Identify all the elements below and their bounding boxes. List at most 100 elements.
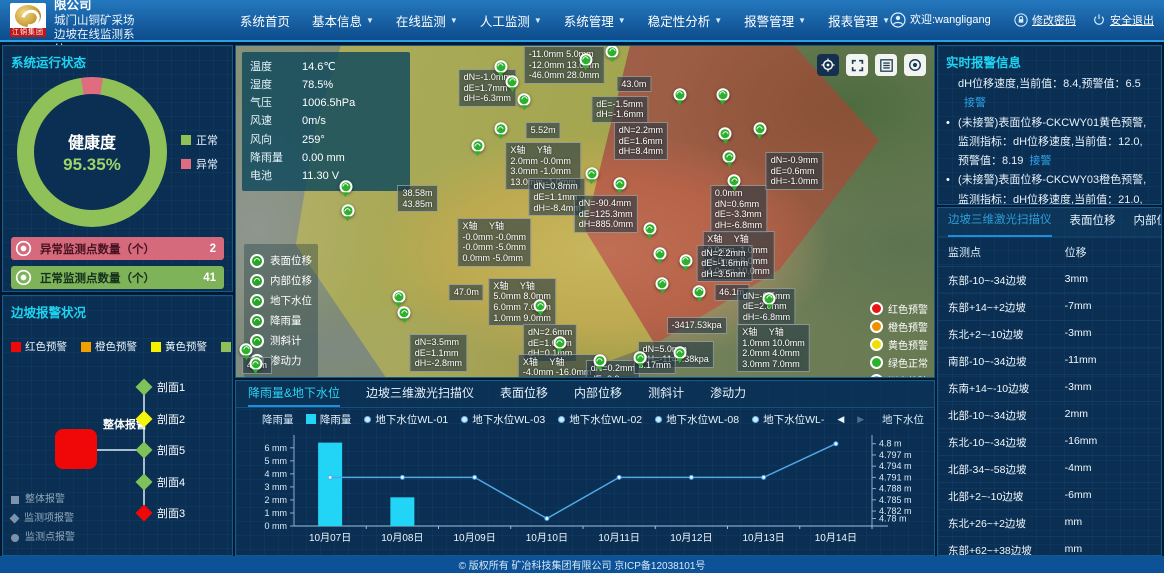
table-row[interactable]: 东部-10~-34边坡3mm [938,267,1161,294]
nav-item-8[interactable]: 报表管理▼ [828,11,890,30]
monitor-point-marker[interactable] [643,222,656,235]
table-row[interactable]: 东南+14~-10边坡-3mm [938,375,1161,402]
section-node-剖面1[interactable] [136,378,153,395]
nav-item-2[interactable]: 基本信息▼ [312,11,374,30]
section-node-剖面5[interactable] [136,441,153,458]
monitor-point-marker[interactable] [392,290,405,303]
section-node-剖面3[interactable] [136,504,153,521]
satellite-map[interactable]: -11.0mm 5.0mm -12.0mm 13.0mm -46.0mm 28.… [235,45,935,378]
legend-next-icon[interactable]: ▶ [857,414,864,425]
monitor-point-marker[interactable] [240,343,253,356]
chart-legend-item[interactable]: 地下水位WL- [752,412,824,427]
accept-alarm-link[interactable]: 接警 [1029,155,1051,167]
monitor-point-marker[interactable] [553,336,566,349]
logout-button[interactable]: 安全退出 [1092,12,1154,28]
chart-tab-边坡三维激光扫描仪[interactable]: 边坡三维激光扫描仪 [366,381,474,407]
map-tooltip: dN=-90.4mm dE=125.3mm dH=885.0mm [574,195,638,233]
nav-item-label: 报警管理 [744,11,794,30]
layer-toggle-表面位移[interactable]: 表面位移 [250,253,312,268]
scan-tab-内部位移[interactable]: 内部位移 [1134,208,1163,236]
table-row[interactable]: 东部+14~+2边坡-7mm [938,294,1161,321]
slope-alarm-legend: 红色预警橙色预警黄色预警无警报 [3,323,232,354]
chart-legend-item[interactable]: 地下水位WL-01 [364,412,448,427]
chart-legend-item[interactable]: 地下水位WL-03 [461,412,545,427]
fullscreen-icon[interactable] [846,54,868,76]
layer-toggle-降雨量[interactable]: 降雨量 [250,313,312,328]
overall-alarm-node[interactable] [55,429,97,469]
accept-alarm-link[interactable]: 接警 [964,97,986,109]
realtime-alarm-title: 实时报警信息 [938,46,1161,73]
monitor-point-marker[interactable] [593,354,606,367]
chart-tab-内部位移[interactable]: 内部位移 [574,381,622,407]
table-row[interactable]: 东北+2~-10边坡-3mm [938,321,1161,348]
monitor-point-marker[interactable] [728,174,741,187]
table-row[interactable]: 东北+26~+2边坡mm [938,510,1161,537]
section-node-剖面4[interactable] [136,474,153,491]
chart-legend-item[interactable]: 地下水位WL-08 [655,412,739,427]
bar-swatch [306,414,316,424]
nav-item-5[interactable]: 系统管理▼ [564,11,626,30]
table-row[interactable]: 东部+62~+38边坡mm [938,537,1161,556]
monitor-point-marker[interactable] [579,53,592,66]
monitor-point-marker[interactable] [341,204,354,217]
table-row[interactable]: 北部-34~-58边坡-4mm [938,456,1161,483]
status-dot-icon [870,302,883,315]
nav-item-4[interactable]: 人工监测▼ [480,11,542,30]
layer-toggle-测斜计[interactable]: 测斜计 [250,333,312,348]
monitor-point-marker[interactable] [763,292,776,305]
monitor-point-marker[interactable] [673,346,686,359]
chart-legend-item[interactable]: 降雨量 [306,412,352,427]
monitor-point-marker[interactable] [693,285,706,298]
nav-item-1[interactable]: 系统首页 [240,11,290,30]
monitor-point-marker[interactable] [716,88,729,101]
chart-legend-item[interactable]: 地下水位WL-02 [558,412,642,427]
table-row[interactable]: 南部-10~-34边坡-11mm [938,348,1161,375]
monitor-point-marker[interactable] [339,180,352,193]
scan-tab-边坡三维激光扫描仪[interactable]: 边坡三维激光扫描仪 [948,207,1052,237]
slope-legend-item: 红色预警 [11,339,67,354]
diagram-legend-item: 整体报警 [11,490,75,509]
legend-prev-icon[interactable]: ◀ [837,414,844,425]
monitor-point-marker[interactable] [613,177,626,190]
weather-label: 风速 [250,112,302,130]
layer-toggle-内部位移[interactable]: 内部位移 [250,273,312,288]
monitor-point-marker[interactable] [679,254,692,267]
layer-toggle-地下水位[interactable]: 地下水位 [250,293,312,308]
monitor-point-marker[interactable] [494,123,507,136]
monitor-point-marker[interactable] [719,128,732,141]
monitor-point-marker[interactable] [534,300,547,313]
company-name: 江西铜业股份有限公司 [54,0,145,14]
monitor-point-marker[interactable] [753,123,766,136]
target-icon[interactable] [904,54,926,76]
monitor-point-marker[interactable] [653,247,666,260]
monitor-point-marker[interactable] [585,167,598,180]
monitor-point-marker[interactable] [471,139,484,152]
chart-tab-渗动力[interactable]: 渗动力 [710,381,746,407]
chart-tab-表面位移[interactable]: 表面位移 [500,381,548,407]
monitor-point-marker[interactable] [249,358,262,371]
monitor-point-marker[interactable] [634,351,647,364]
list-icon[interactable] [875,54,897,76]
status-label: 黄色预警 [888,337,928,352]
monitor-point-marker[interactable] [656,277,669,290]
monitor-point-marker[interactable] [723,150,736,163]
chart-tab-降雨量&地下水位[interactable]: 降雨量&地下水位 [248,381,340,407]
monitor-point-marker[interactable] [506,75,519,88]
locate-icon[interactable] [817,54,839,76]
alarm-list: dH位移速度,当前值：8.4,预警值：6.5接警•(未接警)表面位移-CKCWY… [938,73,1161,205]
table-row[interactable]: 北部-10~-34边坡2mm [938,402,1161,429]
monitor-point-marker[interactable] [494,60,507,73]
table-row[interactable]: 北部+2~-10边坡-6mm [938,483,1161,510]
scan-tab-表面位移[interactable]: 表面位移 [1070,208,1116,236]
monitor-point-marker[interactable] [673,88,686,101]
monitor-point-marker[interactable] [398,307,411,320]
monitor-point-marker[interactable] [518,93,531,106]
nav-item-7[interactable]: 报警管理▼ [744,11,806,30]
chart-tab-测斜计[interactable]: 测斜计 [648,381,684,407]
monitor-point-marker[interactable] [606,45,619,58]
legend-label: 黄色预警 [165,339,207,354]
change-password-button[interactable]: 修改密码 [1014,12,1076,28]
nav-item-6[interactable]: 稳定性分析▼ [648,11,722,30]
table-row[interactable]: 东北-10~-34边坡-16mm [938,429,1161,456]
nav-item-3[interactable]: 在线监测▼ [396,11,458,30]
